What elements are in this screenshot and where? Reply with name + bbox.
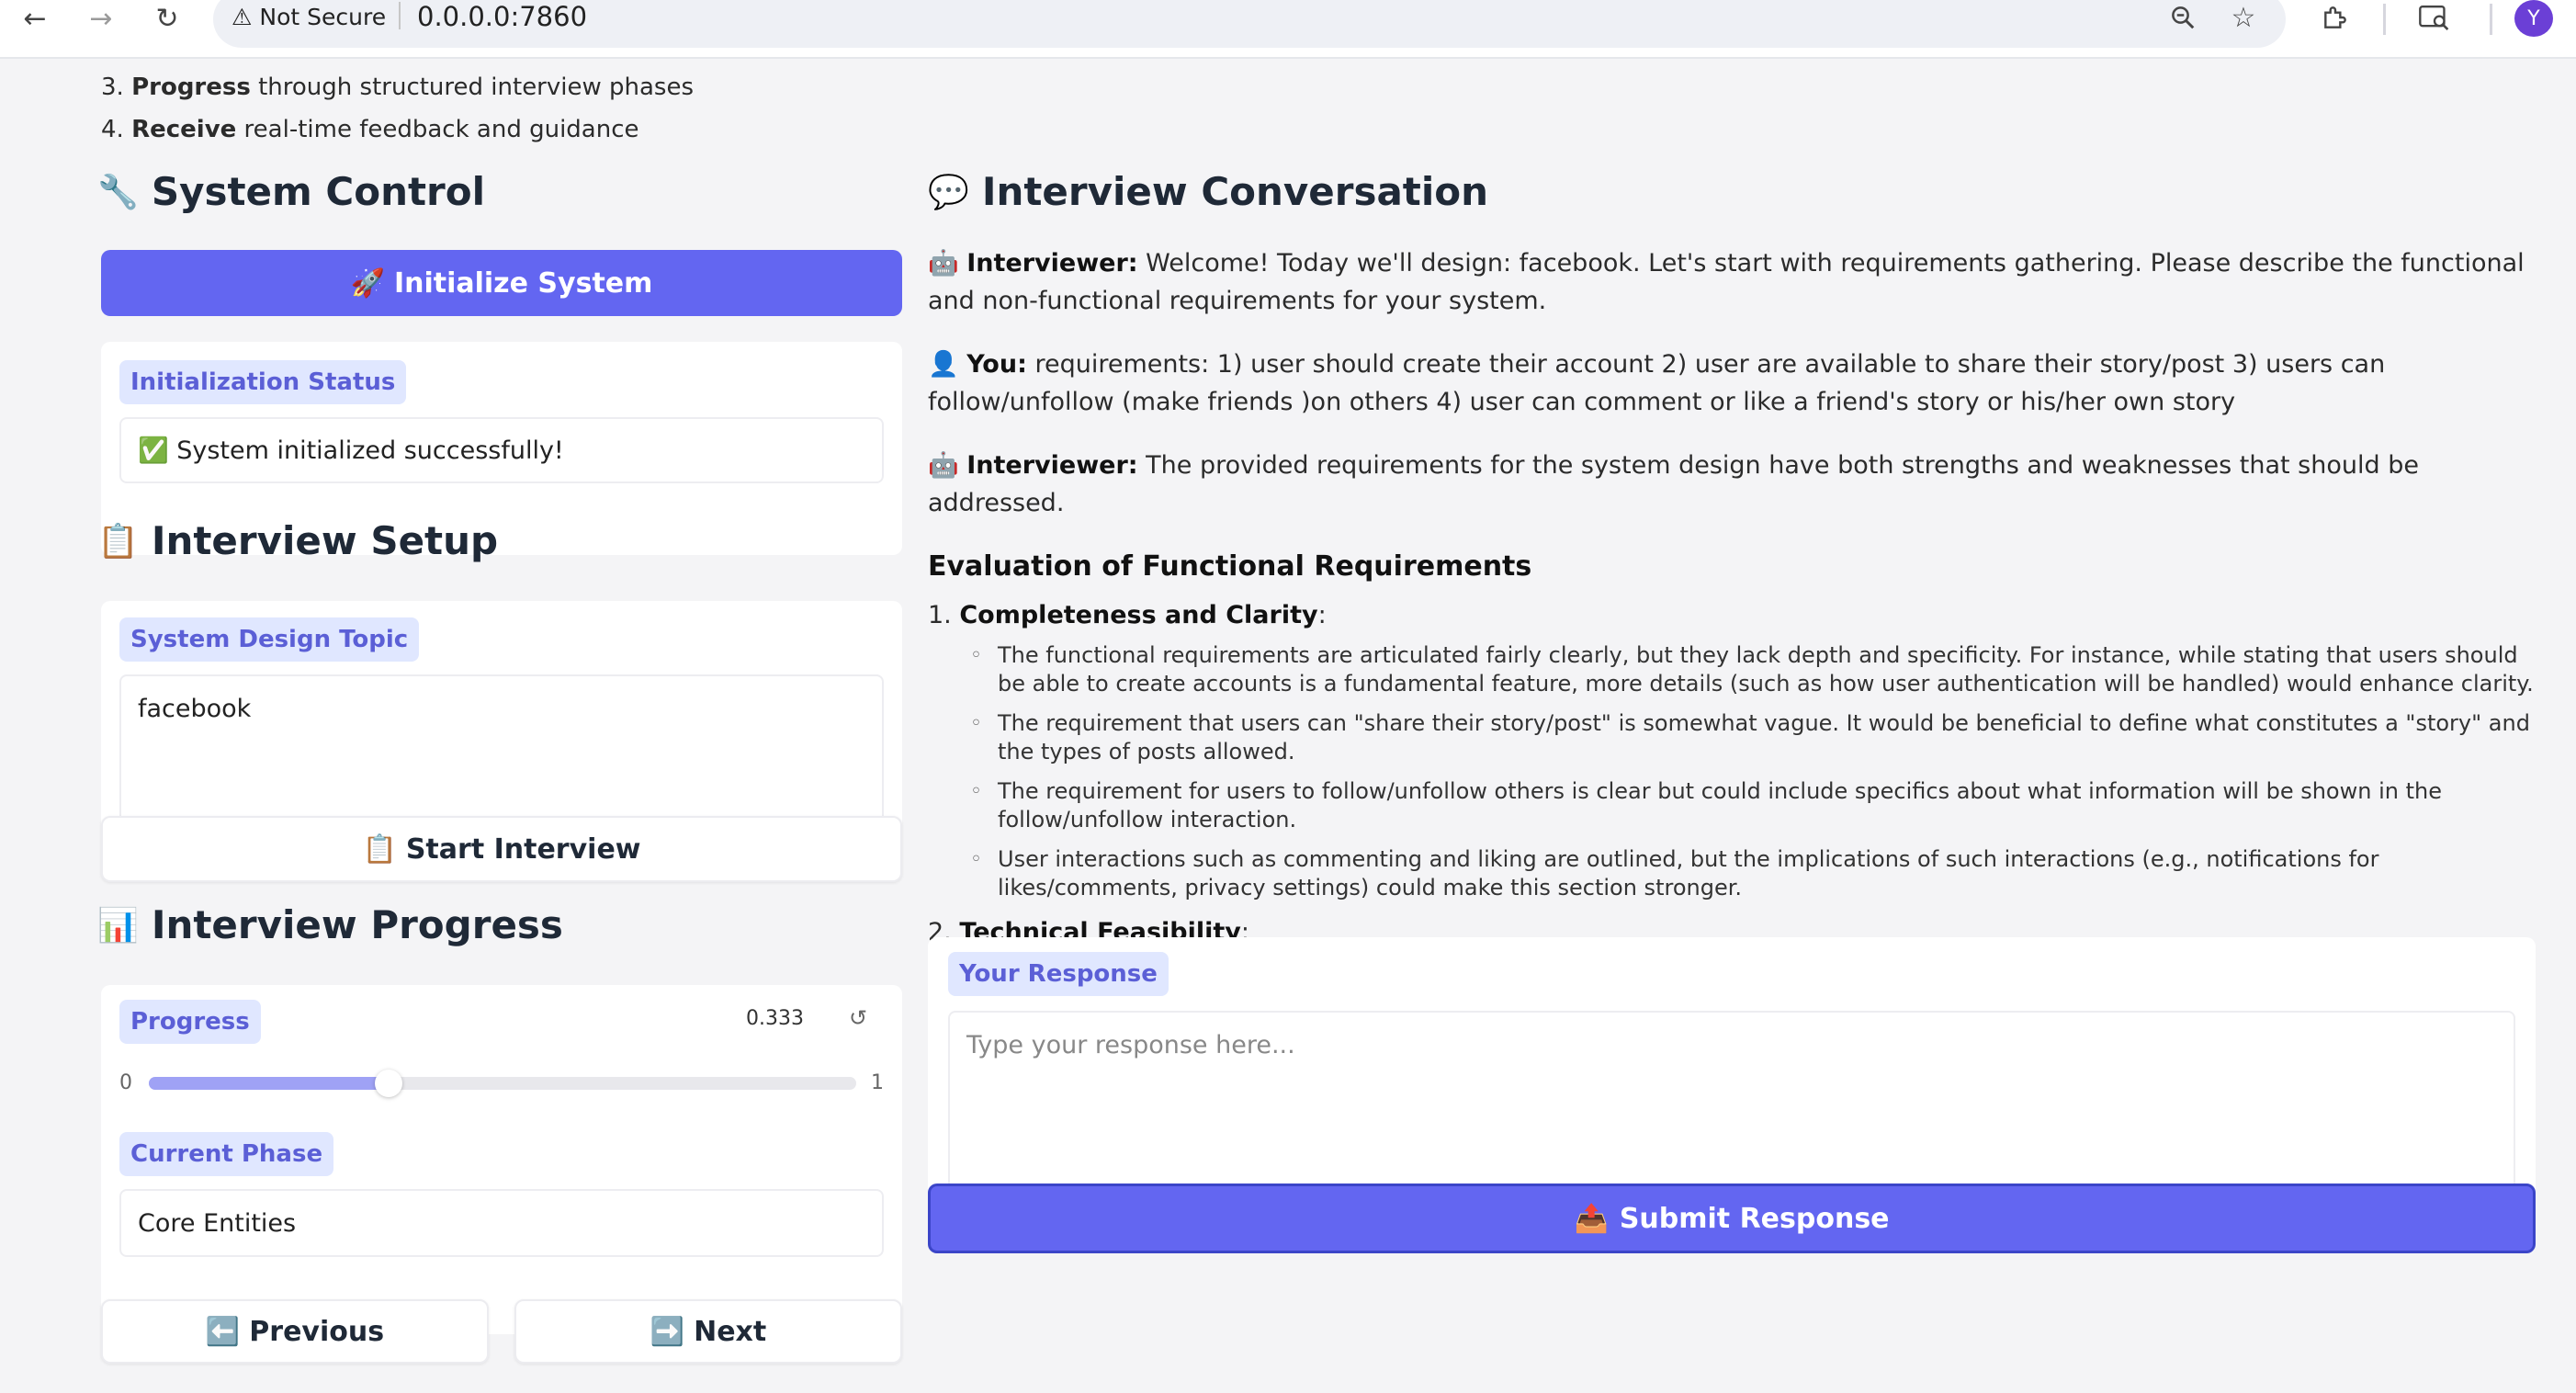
right-arrow-icon: ➡️ — [650, 1315, 685, 1348]
progress-slider-thumb[interactable] — [375, 1070, 402, 1097]
item-suffix: : — [1317, 601, 1327, 629]
button-label: Start Interview — [405, 832, 641, 866]
left-arrow-icon: ⬅️ — [205, 1315, 241, 1348]
outbox-tray-icon: 📤 — [1574, 1202, 1609, 1235]
step-text: through structured interview phases — [250, 74, 695, 101]
message-interviewer: 🤖 Interviewer: The provided requirements… — [928, 447, 2536, 522]
progress-value[interactable]: 0.333 — [746, 1007, 804, 1030]
step-text: real-time feedback and guidance — [236, 116, 639, 143]
interview-progress-heading: 📊 Interview Progress — [97, 902, 563, 947]
intro-step-4: 4. Receive real-time feedback and guidan… — [101, 116, 639, 143]
app-page: 3. Progress through structured interview… — [0, 61, 2576, 1393]
bar-chart-icon: 📊 — [97, 906, 139, 945]
system-design-topic-label: System Design Topic — [119, 617, 420, 662]
heading-text: System Control — [151, 169, 486, 214]
intro-step-3: 3. Progress through structured interview… — [101, 74, 694, 101]
response-textarea[interactable]: Type your response here... — [948, 1011, 2515, 1204]
forward-arrow-icon[interactable]: → — [83, 0, 119, 37]
clipboard-icon: 📋 — [97, 522, 139, 561]
evaluation-item-1: 1. Completeness and Clarity: — [928, 596, 2536, 634]
tab-search-icon[interactable] — [2414, 0, 2455, 35]
interview-setup-heading: 📋 Interview Setup — [97, 518, 498, 563]
browser-toolbar: ← → ↻ ⚠ Not Secure 0.0.0.0:7860 ☆ Y — [0, 0, 2576, 59]
evaluation-heading: Evaluation of Functional Requirements — [928, 550, 1532, 583]
bookmark-star-icon[interactable]: ☆ — [2225, 0, 2262, 35]
step-bold: Receive — [131, 116, 237, 143]
reset-icon[interactable]: ↺ — [849, 1005, 867, 1031]
item-title: Completeness and Clarity — [959, 601, 1318, 629]
robot-icon: 🤖 — [928, 249, 959, 277]
list-item: User interactions such as commenting and… — [970, 845, 2536, 902]
button-label: Next — [694, 1315, 767, 1348]
step-number: 4. — [101, 116, 124, 143]
progress-slider[interactable] — [149, 1070, 856, 1097]
heading-text: Interview Progress — [151, 902, 563, 947]
start-interview-button[interactable]: 📋 Start Interview — [101, 816, 902, 882]
progress-label: Progress — [119, 1000, 261, 1044]
profile-avatar[interactable]: Y — [2514, 0, 2553, 37]
evaluation-bullets: The functional requirements are articula… — [970, 641, 2536, 902]
message-text: requirements: 1) user should create thei… — [928, 350, 2386, 416]
zoom-icon[interactable] — [2164, 0, 2201, 35]
system-control-heading: 🔧 System Control — [97, 169, 485, 214]
warning-triangle-icon: ⚠ — [232, 3, 253, 30]
message-text: Welcome! Today we'll design: facebook. L… — [928, 249, 2525, 315]
current-phase-label: Current Phase — [119, 1132, 334, 1176]
step-number: 3. — [101, 74, 124, 101]
wrench-icon: 🔧 — [97, 173, 139, 211]
button-label: Initialize System — [393, 266, 653, 300]
system-design-topic-input[interactable]: facebook — [119, 674, 884, 832]
url-text[interactable]: 0.0.0.0:7860 — [417, 0, 587, 33]
button-label: Submit Response — [1619, 1202, 1890, 1235]
extensions-puzzle-icon[interactable] — [2315, 0, 2356, 35]
heading-text: Interview Conversation — [981, 169, 1489, 214]
message-user: 👤 You: requirements: 1) user should crea… — [928, 345, 2536, 421]
current-phase-field: Core Entities — [119, 1189, 884, 1257]
security-indicator[interactable]: ⚠ Not Secure — [232, 0, 386, 33]
message-speaker: Interviewer: — [966, 249, 1138, 277]
message-speaker: Interviewer: — [966, 451, 1138, 480]
previous-button[interactable]: ⬅️ Previous — [101, 1299, 489, 1364]
heading-text: Interview Setup — [151, 518, 499, 563]
robot-icon: 🤖 — [928, 451, 959, 480]
initialize-system-button[interactable]: 🚀 Initialize System — [101, 250, 902, 316]
toolbar-divider — [2383, 4, 2386, 35]
initialization-status-field: ✅ System initialized successfully! — [119, 417, 884, 483]
your-response-label: Your Response — [948, 952, 1169, 996]
button-label: Previous — [249, 1315, 385, 1348]
list-item: The requirement for users to follow/unfo… — [970, 777, 2536, 834]
message-text: The provided requirements for the system… — [928, 451, 2419, 517]
speech-bubble-icon: 💬 — [928, 173, 969, 211]
back-arrow-icon[interactable]: ← — [17, 0, 53, 37]
security-label: Not Secure — [259, 3, 387, 30]
slider-min: 0 — [119, 1071, 132, 1094]
step-bold: Progress — [131, 74, 251, 101]
rocket-icon: 🚀 — [350, 266, 385, 300]
list-item: The requirement that users can "share th… — [970, 709, 2536, 766]
toolbar-divider — [2490, 4, 2492, 35]
slider-max: 1 — [871, 1071, 884, 1094]
interview-conversation-heading: 💬 Interview Conversation — [928, 169, 1488, 214]
next-button[interactable]: ➡️ Next — [514, 1299, 902, 1364]
message-speaker: You: — [966, 350, 1027, 379]
clipboard-icon: 📋 — [362, 832, 397, 866]
user-icon: 👤 — [928, 350, 959, 379]
conversation-log[interactable]: 🤖 Interviewer: Welcome! Today we'll desi… — [928, 244, 2536, 959]
progress-slider-fill — [149, 1077, 384, 1090]
item-number: 1. — [928, 601, 952, 629]
initialization-status-label: Initialization Status — [119, 360, 407, 404]
submit-response-button[interactable]: 📤 Submit Response — [928, 1183, 2536, 1253]
omnibox-divider — [399, 2, 401, 29]
reload-icon[interactable]: ↻ — [149, 0, 186, 37]
list-item: The functional requirements are articula… — [970, 641, 2536, 698]
message-interviewer: 🤖 Interviewer: Welcome! Today we'll desi… — [928, 244, 2536, 320]
